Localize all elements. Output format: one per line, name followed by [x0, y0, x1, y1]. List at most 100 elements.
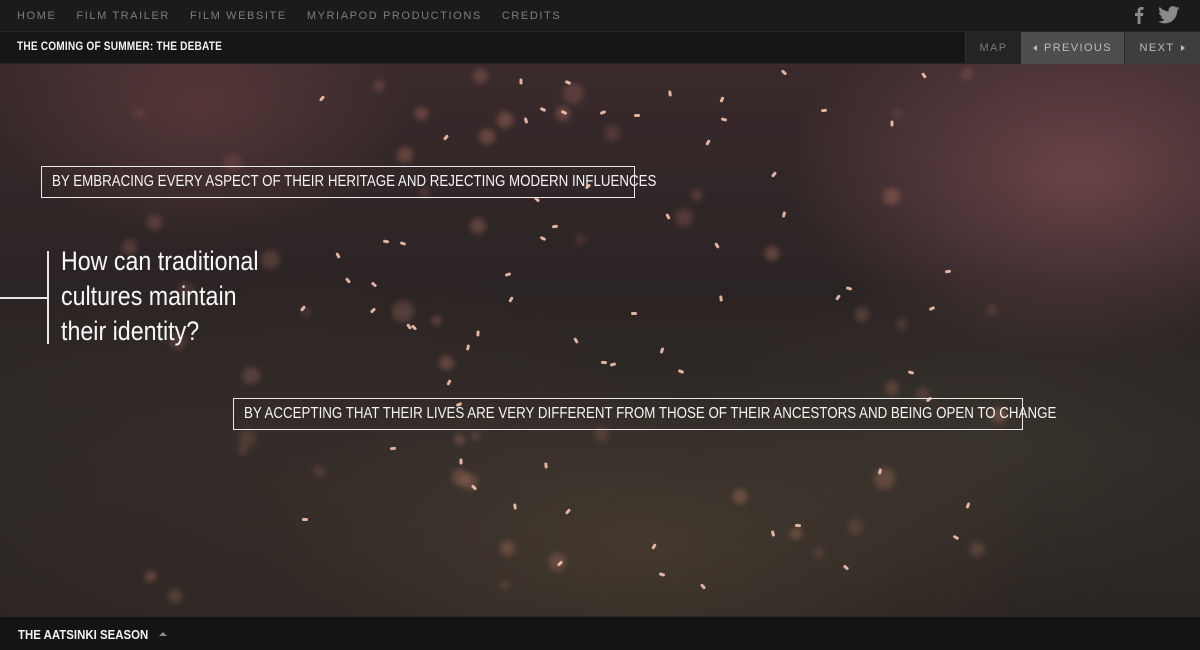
insect-speck — [771, 171, 778, 178]
insect-speck — [519, 78, 523, 85]
bokeh-dot — [892, 108, 903, 118]
next-label: NEXT — [1139, 42, 1175, 54]
insect-speck — [699, 583, 707, 590]
season-title[interactable]: THE AATSINKI SEASON — [18, 627, 148, 642]
facebook-icon[interactable] — [1134, 6, 1144, 24]
bokeh-dot — [145, 571, 156, 582]
insect-speck — [507, 295, 514, 303]
insect-speck — [634, 114, 641, 118]
bokeh-dot — [562, 82, 585, 105]
bokeh-dot — [238, 429, 256, 447]
nav-home[interactable]: HOME — [17, 10, 56, 22]
insect-speck — [651, 543, 658, 550]
title-bar: THE COMING OF SUMMER: THE DEBATE MAP PRE… — [0, 32, 1200, 64]
bokeh-dot — [242, 366, 260, 385]
nav-film-trailer[interactable]: FILM TRAILER — [76, 10, 170, 22]
bokeh-dot — [675, 208, 694, 227]
insect-speck — [907, 370, 915, 375]
caret-up-icon[interactable] — [159, 632, 167, 636]
bokeh-dot — [604, 126, 620, 142]
previous-button[interactable]: PREVIOUS — [1021, 32, 1124, 64]
insect-speck — [458, 457, 463, 465]
insect-speck — [371, 281, 378, 288]
bokeh-dot — [146, 214, 162, 230]
bokeh-dot — [133, 108, 145, 119]
twitter-icon[interactable] — [1158, 6, 1180, 24]
insect-speck — [665, 212, 671, 220]
bokeh-dot — [789, 527, 802, 540]
insect-speck — [953, 534, 960, 541]
insect-speck — [659, 346, 664, 354]
map-label: MAP — [979, 42, 1008, 54]
insect-speck — [890, 120, 894, 127]
answer-text: BY ACCEPTING THAT THEIR LIVES ARE VERY D… — [244, 405, 1057, 422]
bokeh-dot — [167, 589, 183, 604]
insect-speck — [718, 96, 725, 103]
insect-speck — [719, 295, 724, 302]
insect-speck — [944, 269, 951, 274]
question-divider-line — [47, 251, 49, 344]
insect-speck — [551, 224, 559, 229]
chevron-left-icon — [1032, 45, 1037, 51]
nav-myriapod-productions[interactable]: MYRIAPOD PRODUCTIONS — [307, 10, 482, 22]
bokeh-dot — [473, 68, 488, 84]
debate-question: How can traditional cultures maintain th… — [61, 246, 259, 346]
insect-speck — [573, 337, 580, 345]
bokeh-dot — [415, 107, 428, 120]
top-navigation: HOME FILM TRAILER FILM WEBSITE MYRIAPOD … — [0, 0, 1200, 32]
insect-speck — [658, 572, 666, 578]
insect-speck — [921, 72, 928, 80]
next-button[interactable]: NEXT — [1124, 32, 1200, 64]
insect-speck — [705, 139, 711, 147]
insect-speck — [714, 242, 721, 250]
bokeh-dot — [397, 146, 413, 163]
insect-speck — [721, 116, 728, 122]
insect-speck — [446, 378, 453, 386]
nav-credits[interactable]: CREDITS — [502, 10, 561, 22]
insect-speck — [513, 503, 518, 510]
insect-speck — [820, 108, 827, 113]
question-connector-line — [0, 297, 48, 299]
insect-speck — [399, 240, 407, 246]
insect-speck — [382, 239, 390, 244]
insect-speck — [544, 461, 548, 469]
insect-speck — [475, 330, 480, 337]
bokeh-dot — [373, 79, 385, 91]
chevron-right-icon — [1181, 45, 1186, 51]
insect-speck — [539, 106, 547, 113]
bokeh-dot — [471, 431, 480, 441]
insect-speck — [504, 271, 512, 277]
bokeh-dot — [854, 307, 869, 322]
bokeh-dot — [987, 304, 998, 316]
bokeh-dot — [847, 519, 864, 535]
bokeh-dot — [497, 112, 514, 129]
insect-speck — [443, 134, 450, 142]
insect-speck — [523, 117, 529, 124]
bokeh-dot — [732, 489, 748, 505]
bokeh-dot — [469, 217, 486, 234]
bokeh-dot — [885, 381, 900, 396]
bokeh-dot — [432, 316, 441, 325]
insect-speck — [631, 311, 638, 315]
insect-speck — [601, 360, 608, 364]
insect-speck — [795, 523, 802, 527]
bokeh-dot — [970, 542, 985, 557]
insect-speck — [834, 293, 841, 301]
insect-speck — [780, 69, 788, 76]
insect-speck — [609, 361, 617, 367]
bokeh-dot — [439, 355, 454, 370]
video-background: BY EMBRACING EVERY ASPECT OF THEIR HERIT… — [0, 64, 1200, 616]
bokeh-dot — [392, 300, 414, 323]
insect-speck — [928, 305, 936, 312]
insect-speck — [770, 530, 776, 538]
bokeh-dot — [479, 128, 495, 145]
bokeh-dot — [454, 434, 466, 446]
insect-speck — [370, 307, 377, 314]
nav-film-website[interactable]: FILM WEBSITE — [190, 10, 287, 22]
answer-option-change[interactable]: BY ACCEPTING THAT THEIR LIVES ARE VERY D… — [233, 398, 1056, 430]
bokeh-dot — [895, 318, 908, 330]
map-button[interactable]: MAP — [965, 32, 1021, 64]
answer-option-tradition[interactable]: BY EMBRACING EVERY ASPECT OF THEIR HERIT… — [41, 166, 656, 198]
insect-speck — [668, 90, 673, 98]
previous-label: PREVIOUS — [1043, 42, 1113, 54]
